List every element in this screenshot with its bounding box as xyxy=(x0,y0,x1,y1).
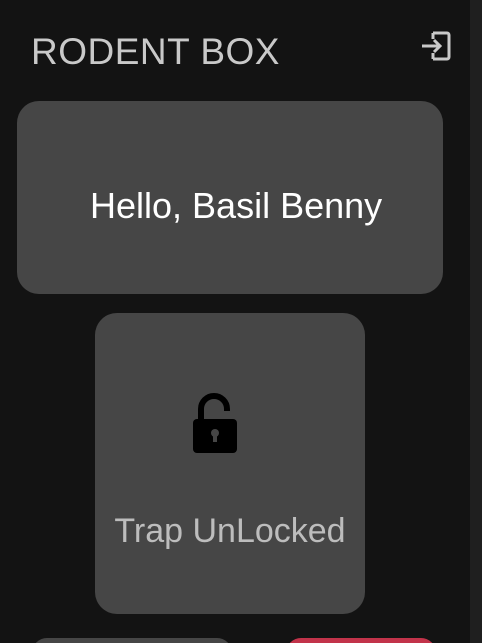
greeting-card: Hello, Basil Benny xyxy=(17,101,443,294)
bottom-card-right[interactable] xyxy=(286,638,436,643)
bottom-card-left[interactable] xyxy=(32,638,232,643)
trap-status-label: Trap UnLocked xyxy=(114,512,346,550)
trap-status-card[interactable]: Trap UnLocked xyxy=(95,313,365,614)
lock-open-icon xyxy=(193,393,237,453)
edge-strip xyxy=(470,0,482,643)
greeting-text: Hello, Basil Benny xyxy=(90,185,383,226)
logout-button[interactable] xyxy=(418,28,454,64)
app-screen: RODENT BOX Hello, Basil Benny Trap UnLoc… xyxy=(0,0,482,643)
app-title: RODENT BOX xyxy=(31,31,280,72)
logout-icon xyxy=(422,31,451,61)
